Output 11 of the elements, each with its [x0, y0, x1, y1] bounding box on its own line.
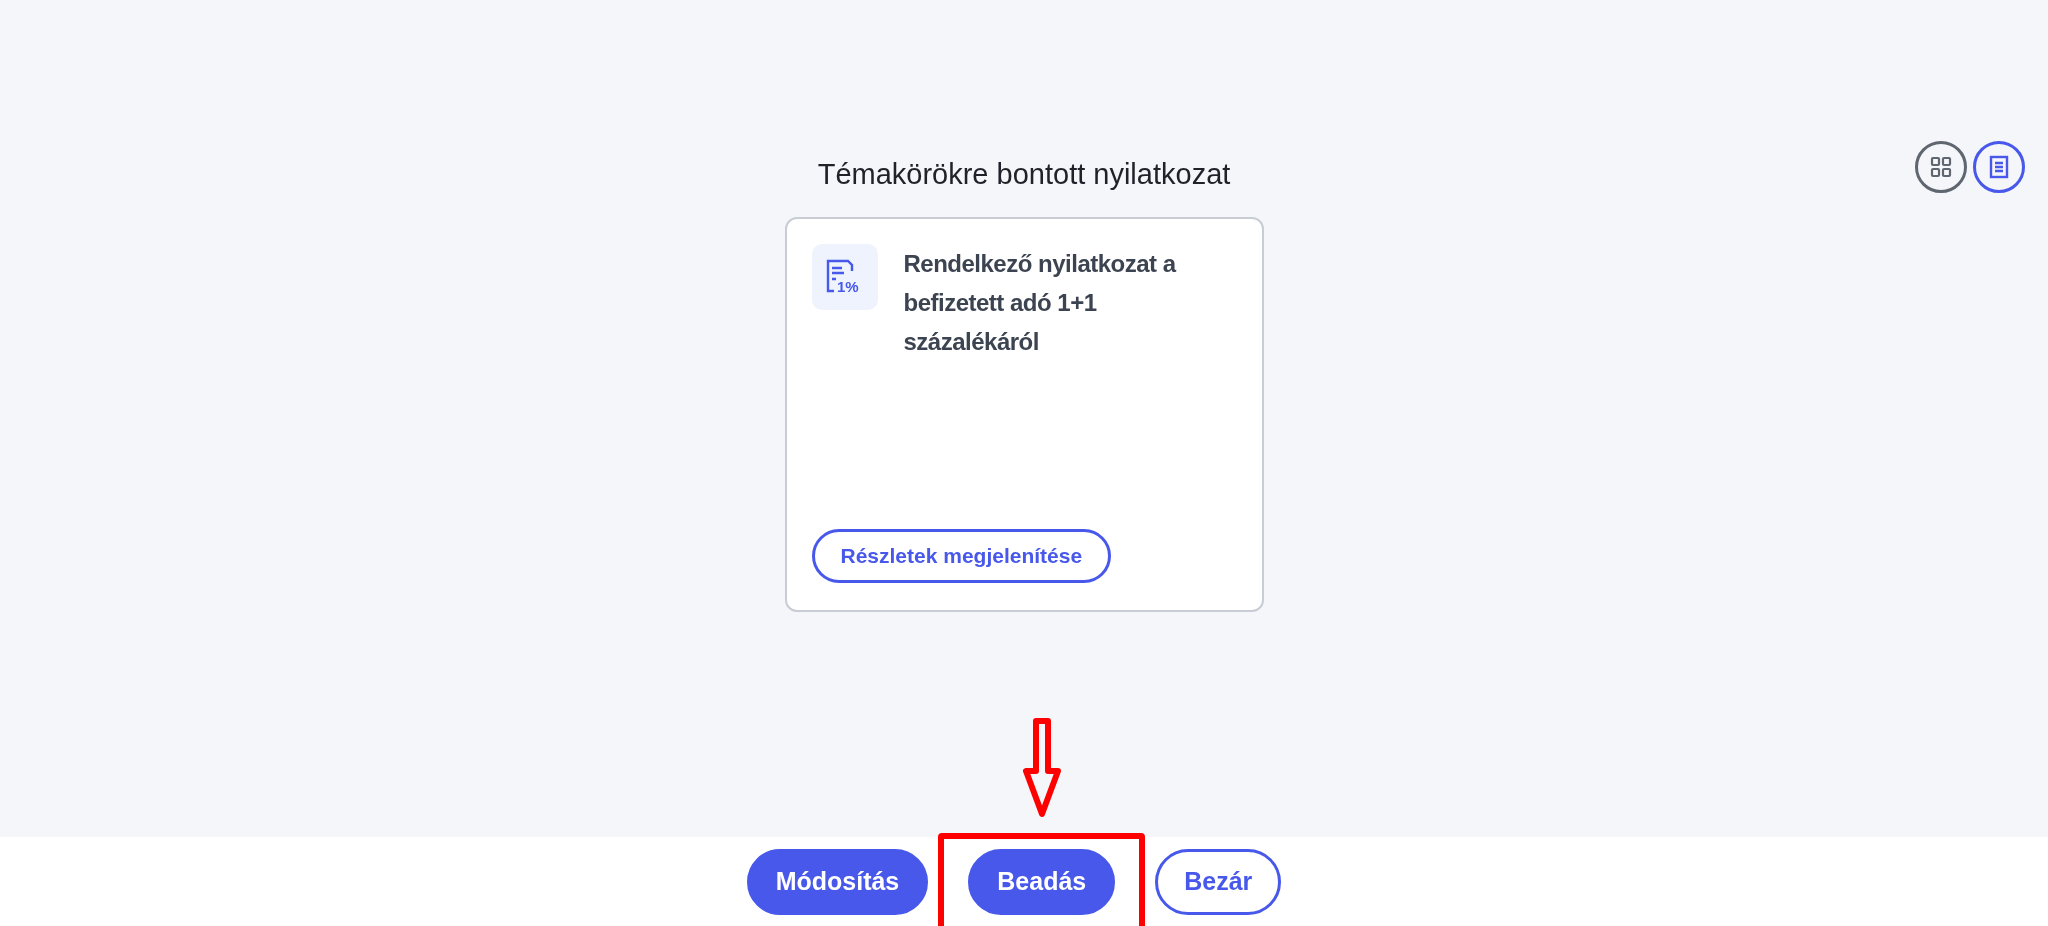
- list-view-toggle[interactable]: [1973, 141, 2025, 193]
- footer-button[interactable]: Módosítás: [746, 848, 929, 915]
- page-title: Témakörökre bontott nyilatkozat: [817, 157, 1231, 191]
- footer-button[interactable]: Bezár: [1155, 848, 1282, 915]
- footer-button[interactable]: Beadás: [968, 848, 1116, 915]
- card-title: Rendelkező nyilatkozat a befizetett adó 1+1 százalékáról: [903, 249, 1178, 357]
- grid-view-icon: [1930, 156, 1952, 178]
- grid-view-toggle[interactable]: [1915, 141, 1967, 193]
- document-percent-icon: 1%: [811, 244, 878, 310]
- list-view-icon: [1989, 155, 2009, 179]
- details-button[interactable]: Részletek megjelenítése: [811, 529, 1112, 583]
